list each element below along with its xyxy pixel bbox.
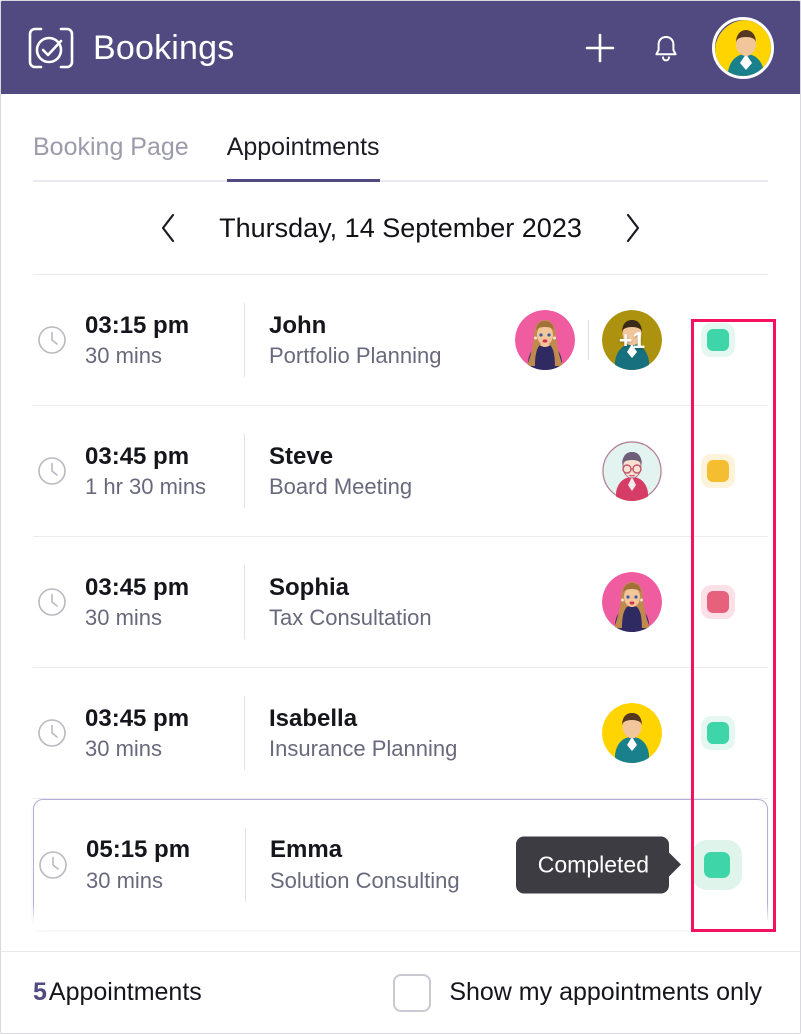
show-my-appointments-checkbox[interactable] — [393, 973, 432, 1012]
status-dot — [707, 591, 729, 613]
time-block: 03:15 pm 30 mins — [85, 303, 245, 377]
appointment-count-label: Appointments — [48, 978, 202, 1006]
clock-icon — [38, 719, 66, 747]
appointment-time: 03:45 pm — [85, 442, 190, 470]
male-avatar-yellow[interactable] — [602, 703, 662, 763]
bookings-app-window: Bookings Booking Page Appointments Thurs… — [0, 0, 801, 1034]
app-title: Bookings — [93, 28, 235, 67]
appointment-row-john[interactable]: 03:15 pm 30 mins John Portfolio Planning — [33, 275, 768, 406]
status-cell — [676, 454, 760, 488]
attendee-separator — [588, 320, 589, 360]
tab-booking-page[interactable]: Booking Page — [33, 133, 189, 180]
service-name: Tax Consultation — [269, 605, 432, 631]
clock-icon — [38, 588, 66, 616]
time-block: 03:45 pm 30 mins — [85, 696, 245, 770]
bookings-clock-logo-icon — [25, 22, 77, 74]
user-avatar[interactable] — [712, 16, 774, 79]
appointment-count: 5Appointments — [33, 978, 202, 1007]
attendee-avatars — [602, 703, 662, 763]
status-cell — [676, 716, 760, 750]
male-avatar-olive[interactable]: +1 — [602, 310, 662, 370]
extra-attendee-count: +1 — [618, 326, 646, 353]
status-dot — [707, 329, 729, 351]
notifications-button[interactable] — [646, 28, 686, 68]
status-cell — [676, 585, 760, 619]
clock-icon — [39, 850, 67, 879]
status-cell: Completed — [515, 836, 759, 893]
appointment-count-number: 5 — [33, 978, 47, 1006]
clock-icon — [38, 457, 66, 485]
appointment-row-emma[interactable]: 05:15 pm 30 mins Emma Solution Consultin… — [33, 799, 768, 930]
header-actions — [580, 16, 774, 79]
female-avatar-pink[interactable] — [602, 572, 662, 632]
show-my-appointments-label: Show my appointments only — [449, 978, 762, 1006]
app-header: Bookings — [1, 1, 800, 94]
bell-icon — [655, 35, 677, 61]
detail-block: Isabella Insurance Planning — [245, 696, 602, 770]
appointment-row-sophia[interactable]: 03:45 pm 30 mins Sophia Tax Consultation — [33, 537, 768, 668]
status-dot — [704, 851, 730, 878]
chevron-left-icon — [162, 213, 175, 243]
status-indicator-pending[interactable] — [701, 454, 735, 488]
status-dot — [707, 460, 729, 482]
time-block: 03:45 pm 1 hr 30 mins — [85, 434, 245, 508]
time-block: 05:15 pm 30 mins — [86, 827, 246, 902]
status-cell — [676, 323, 760, 357]
status-indicator-completed[interactable] — [701, 323, 735, 357]
tabs-section: Booking Page Appointments — [1, 94, 800, 182]
attendee-avatars — [602, 441, 662, 501]
status-tooltip: Completed — [515, 836, 669, 893]
appointment-duration: 1 hr 30 mins — [85, 474, 207, 500]
appointment-row-steve[interactable]: 03:45 pm 1 hr 30 mins Steve Board Meetin… — [33, 406, 768, 537]
customer-name: Sophia — [269, 573, 350, 601]
tab-appointments[interactable]: Appointments — [226, 133, 380, 182]
service-name: Portfolio Planning — [269, 343, 442, 369]
clock-icon — [38, 326, 66, 354]
appointment-time: 03:15 pm — [85, 311, 190, 339]
appointment-time: 03:45 pm — [85, 704, 190, 732]
my-appointments-filter[interactable]: Show my appointments only — [393, 973, 762, 1012]
appointment-duration: 30 mins — [85, 343, 163, 369]
detail-block: John Portfolio Planning — [245, 303, 515, 377]
detail-block: Sophia Tax Consultation — [245, 565, 602, 639]
female-avatar-pink[interactable] — [515, 310, 575, 370]
customer-name: Isabella — [269, 704, 358, 732]
male-avatar-glasses-mint[interactable] — [602, 441, 662, 501]
brand: Bookings — [25, 22, 234, 74]
add-booking-button[interactable] — [580, 28, 620, 68]
status-indicator-completed[interactable] — [701, 716, 735, 750]
customer-name: John — [269, 311, 327, 339]
tab-bar: Booking Page Appointments — [33, 94, 768, 182]
status-indicator-completed[interactable] — [692, 839, 742, 890]
appointments-list: 03:15 pm 30 mins John Portfolio Planning — [33, 274, 768, 930]
plus-icon — [585, 33, 615, 62]
chevron-right-icon — [626, 213, 639, 243]
detail-block: Steve Board Meeting — [245, 434, 602, 508]
customer-name: Steve — [269, 442, 334, 470]
service-name: Board Meeting — [269, 474, 413, 500]
appointment-duration: 30 mins — [85, 736, 163, 762]
attendee-avatars: +1 — [515, 310, 662, 370]
previous-day-button[interactable] — [151, 211, 185, 245]
appointment-row-isabella[interactable]: 03:45 pm 30 mins Isabella Insurance Plan… — [33, 668, 768, 799]
date-navigation: Thursday, 14 September 2023 — [1, 182, 800, 274]
appointment-time: 05:15 pm — [86, 836, 191, 864]
status-dot — [707, 722, 729, 744]
attendee-avatars — [602, 572, 662, 632]
service-name: Insurance Planning — [269, 736, 458, 762]
time-block: 03:45 pm 30 mins — [85, 565, 245, 639]
appointment-duration: 30 mins — [85, 605, 163, 631]
next-day-button[interactable] — [616, 211, 650, 245]
appointments-footer: 5Appointments Show my appointments only — [1, 951, 800, 1033]
status-indicator-cancelled[interactable] — [701, 585, 735, 619]
appointment-time: 03:45 pm — [85, 573, 190, 601]
current-date-label: Thursday, 14 September 2023 — [219, 212, 582, 243]
appointment-duration: 30 mins — [86, 867, 164, 893]
